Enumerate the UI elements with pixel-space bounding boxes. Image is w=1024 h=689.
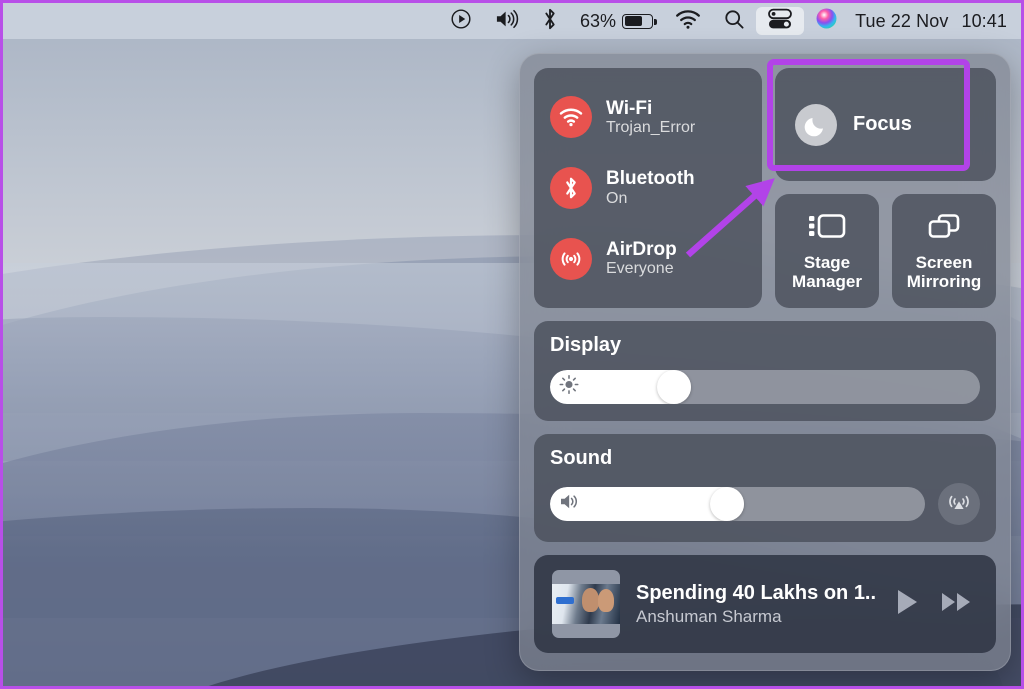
wifi-toggle[interactable]: Wi-Fi Trojan_Error <box>534 96 762 139</box>
speaker-icon <box>494 8 520 35</box>
menubar-wifi-item[interactable] <box>664 7 712 35</box>
menubar-volume-item[interactable] <box>483 7 531 35</box>
wifi-network-name: Trojan_Error <box>606 119 696 136</box>
search-icon <box>723 8 745 35</box>
now-playing-artist: Anshuman Sharma <box>636 606 782 626</box>
menubar-now-playing-item[interactable] <box>439 7 483 35</box>
focus-tile[interactable]: Focus <box>767 59 996 181</box>
tile-row: Stage Manager Screen Mirroring <box>775 194 996 308</box>
battery-percentage: 63% <box>580 10 617 31</box>
stage-manager-tile[interactable]: Stage Manager <box>775 194 879 308</box>
bluetooth-label: Bluetooth <box>606 168 695 190</box>
airdrop-status: Everyone <box>606 260 674 278</box>
menubar-date: Tue 22 Nov <box>855 10 949 31</box>
airdrop-toggle[interactable]: AirDrop Everyone <box>534 237 762 280</box>
menubar-bluetooth-item[interactable] <box>531 7 569 35</box>
focus-label: Focus <box>853 113 912 135</box>
stage-manager-icon <box>806 211 848 246</box>
fast-forward-icon[interactable] <box>940 589 974 620</box>
play-circle-icon <box>450 8 472 35</box>
bluetooth-toggle[interactable]: Bluetooth On <box>534 166 762 209</box>
wifi-label: Wi-Fi <box>606 97 653 119</box>
control-center-panel: Wi-Fi Trojan_Error Bluetooth On AirDrop … <box>519 53 1011 671</box>
control-center-tiles: Focus Stage Manager Screen Mirroring <box>767 59 996 308</box>
menubar-spotlight-item[interactable] <box>712 7 756 35</box>
bluetooth-icon <box>550 166 592 209</box>
toggles-icon <box>767 7 793 36</box>
display-brightness-slider[interactable] <box>550 370 980 404</box>
display-card: Display <box>534 321 996 421</box>
menubar-battery-item[interactable]: 63% <box>569 7 664 35</box>
menubar-time: 10:41 <box>961 10 1007 31</box>
sound-card: Sound <box>534 434 996 542</box>
airplay-audio-icon <box>946 489 972 520</box>
menu-bar: 63% Tue 22 Nov 10:41 <box>3 3 1021 39</box>
now-playing-controls <box>893 587 978 622</box>
sound-title: Sound <box>550 447 613 469</box>
bluetooth-status: On <box>606 189 628 207</box>
menubar-clock[interactable]: Tue 22 Nov 10:41 <box>849 11 1007 32</box>
airdrop-icon <box>550 237 592 280</box>
wifi-icon <box>550 96 592 139</box>
airdrop-label: AirDrop <box>606 239 677 261</box>
stage-manager-label: Stage Manager <box>792 252 862 291</box>
menubar-control-center-item[interactable] <box>756 7 805 36</box>
control-center-top-row: Wi-Fi Trojan_Error Bluetooth On AirDrop … <box>534 59 996 308</box>
sound-volume-slider[interactable] <box>550 487 925 521</box>
battery-icon <box>622 13 657 29</box>
sound-output-button[interactable] <box>938 483 980 525</box>
bluetooth-icon <box>542 7 558 36</box>
screen-mirroring-icon <box>924 211 964 246</box>
moon-icon <box>795 103 837 146</box>
display-title: Display <box>550 334 622 356</box>
screen: 63% Tue 22 Nov 10:41 Wi-Fi Trojan_Error … <box>0 0 1024 689</box>
play-icon[interactable] <box>893 587 921 622</box>
wifi-icon <box>675 9 701 34</box>
connectivity-card: Wi-Fi Trojan_Error Bluetooth On AirDrop … <box>534 68 762 308</box>
siri-orb-icon <box>815 7 838 35</box>
screen-mirroring-label: Screen Mirroring <box>906 252 982 291</box>
display-slider-row <box>550 370 980 404</box>
album-art <box>552 570 620 638</box>
now-playing-title: Spending 40 Lakhs on 1... <box>636 581 877 604</box>
menubar-siri-item[interactable] <box>804 7 849 35</box>
now-playing-card[interactable]: Spending 40 Lakhs on 1... Anshuman Sharm… <box>534 555 996 653</box>
screen-mirroring-tile[interactable]: Screen Mirroring <box>892 194 996 308</box>
sound-slider-row <box>550 483 980 525</box>
